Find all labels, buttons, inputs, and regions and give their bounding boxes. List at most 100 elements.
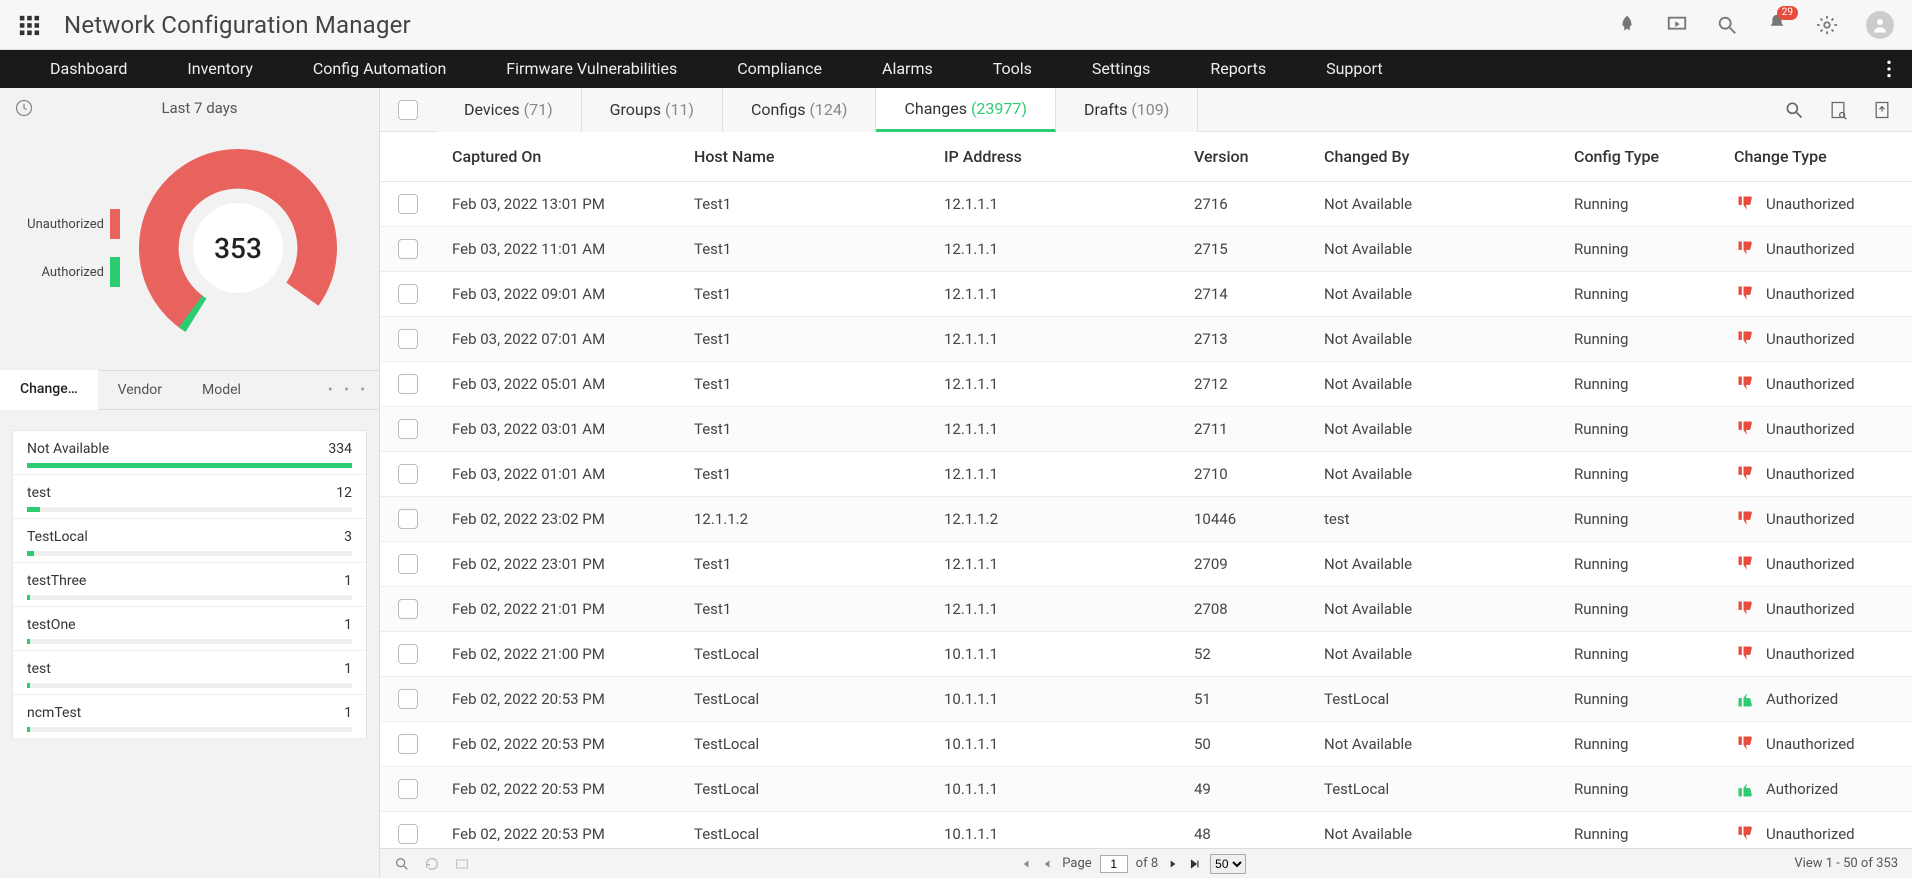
- refresh-icon[interactable]: [424, 856, 440, 872]
- sidebar-list-item[interactable]: testOne1: [13, 607, 366, 651]
- presentation-icon[interactable]: [1666, 14, 1688, 36]
- sidebar-list-item[interactable]: ncmTest1: [13, 695, 366, 739]
- table-row[interactable]: Feb 02, 2022 21:00 PM TestLocal 10.1.1.1…: [380, 632, 1912, 677]
- search-icon[interactable]: [1784, 100, 1804, 120]
- cell-change-type: Unauthorized: [1734, 644, 1912, 664]
- next-page-icon[interactable]: [1166, 857, 1180, 871]
- nav-support[interactable]: Support: [1296, 50, 1412, 88]
- cell-config-type: Running: [1574, 825, 1734, 843]
- table-row[interactable]: Feb 02, 2022 20:53 PM TestLocal 10.1.1.1…: [380, 722, 1912, 767]
- sidebar-list-item[interactable]: TestLocal3: [13, 519, 366, 563]
- col-change-type[interactable]: Change Type: [1734, 147, 1912, 166]
- table-row[interactable]: Feb 03, 2022 09:01 AM Test1 12.1.1.1 271…: [380, 272, 1912, 317]
- sidebar-list-item[interactable]: test1: [13, 651, 366, 695]
- sidebar-list-item[interactable]: Not Available334: [13, 431, 366, 475]
- table-row[interactable]: Feb 03, 2022 01:01 AM Test1 12.1.1.1 271…: [380, 452, 1912, 497]
- main-tabs: Devices (71)Groups (11)Configs (124)Chan…: [436, 88, 1198, 132]
- cell-change-type: Unauthorized: [1734, 374, 1912, 394]
- legend-unauthorized[interactable]: Unauthorized: [27, 209, 120, 239]
- avatar[interactable]: [1866, 11, 1894, 39]
- nav-inventory[interactable]: Inventory: [157, 50, 283, 88]
- col-host-name[interactable]: Host Name: [694, 147, 944, 166]
- nav-more-icon[interactable]: [1886, 59, 1892, 79]
- col-captured-on[interactable]: Captured On: [444, 147, 694, 166]
- col-config-type[interactable]: Config Type: [1574, 147, 1734, 166]
- tab-drafts[interactable]: Drafts (109): [1056, 88, 1198, 132]
- table-row[interactable]: Feb 02, 2022 20:53 PM TestLocal 10.1.1.1…: [380, 812, 1912, 848]
- nav-config-automation[interactable]: Config Automation: [283, 50, 476, 88]
- row-checkbox[interactable]: [398, 194, 418, 214]
- row-checkbox[interactable]: [398, 734, 418, 754]
- table-row[interactable]: Feb 03, 2022 03:01 AM Test1 12.1.1.1 271…: [380, 407, 1912, 452]
- first-page-icon[interactable]: [1018, 857, 1032, 871]
- page-input[interactable]: [1100, 855, 1128, 873]
- nav-tools[interactable]: Tools: [963, 50, 1062, 88]
- footer-search-icon[interactable]: [394, 856, 410, 872]
- nav-reports[interactable]: Reports: [1180, 50, 1296, 88]
- sidebar-tab-change[interactable]: Change…: [0, 370, 98, 410]
- report-icon[interactable]: [1828, 100, 1848, 120]
- table-row[interactable]: Feb 02, 2022 20:53 PM TestLocal 10.1.1.1…: [380, 767, 1912, 812]
- search-icon[interactable]: [1716, 14, 1738, 36]
- time-range-label[interactable]: Last 7 days: [34, 99, 365, 117]
- list-item-label: TestLocal: [27, 529, 88, 545]
- table-row[interactable]: Feb 03, 2022 11:01 AM Test1 12.1.1.1 271…: [380, 227, 1912, 272]
- col-version[interactable]: Version: [1194, 147, 1324, 166]
- tab-count: (109): [1131, 100, 1169, 119]
- table-row[interactable]: Feb 03, 2022 13:01 PM Test1 12.1.1.1 271…: [380, 182, 1912, 227]
- row-checkbox[interactable]: [398, 509, 418, 529]
- row-checkbox[interactable]: [398, 824, 418, 844]
- sidebar-list-item[interactable]: test12: [13, 475, 366, 519]
- row-checkbox[interactable]: [398, 554, 418, 574]
- cell-changed-by: Not Available: [1324, 420, 1574, 438]
- sidebar-list-item[interactable]: testThree1: [13, 563, 366, 607]
- sidebar-tab-more[interactable]: • • •: [328, 382, 379, 398]
- page-size-select[interactable]: 50: [1210, 854, 1246, 874]
- nav-settings[interactable]: Settings: [1062, 50, 1180, 88]
- prev-page-icon[interactable]: [1040, 857, 1054, 871]
- row-checkbox[interactable]: [398, 329, 418, 349]
- tab-groups[interactable]: Groups (11): [582, 88, 723, 132]
- tab-devices[interactable]: Devices (71): [436, 88, 582, 132]
- table-row[interactable]: Feb 02, 2022 20:53 PM TestLocal 10.1.1.1…: [380, 677, 1912, 722]
- rocket-icon[interactable]: [1616, 14, 1638, 36]
- row-checkbox[interactable]: [398, 419, 418, 439]
- table-row[interactable]: Feb 02, 2022 23:01 PM Test1 12.1.1.1 270…: [380, 542, 1912, 587]
- last-page-icon[interactable]: [1188, 857, 1202, 871]
- notification-wrapper[interactable]: 29: [1766, 12, 1788, 38]
- row-checkbox[interactable]: [398, 239, 418, 259]
- row-checkbox[interactable]: [398, 779, 418, 799]
- nav-firmware[interactable]: Firmware Vulnerabilities: [476, 50, 707, 88]
- col-changed-by[interactable]: Changed By: [1324, 147, 1574, 166]
- columns-icon[interactable]: [454, 856, 470, 872]
- row-checkbox[interactable]: [398, 284, 418, 304]
- row-checkbox[interactable]: [398, 644, 418, 664]
- app-grid-icon[interactable]: [18, 14, 40, 36]
- row-checkbox[interactable]: [398, 464, 418, 484]
- cell-config-type: Running: [1574, 375, 1734, 393]
- nav-alarms[interactable]: Alarms: [852, 50, 963, 88]
- nav-compliance[interactable]: Compliance: [707, 50, 852, 88]
- export-icon[interactable]: [1872, 100, 1892, 120]
- cell-ip-address: 12.1.1.1: [944, 195, 1194, 213]
- nav-dashboard[interactable]: Dashboard: [20, 50, 157, 88]
- row-checkbox[interactable]: [398, 599, 418, 619]
- sidebar-header: Last 7 days: [0, 88, 379, 128]
- cell-changed-by: test: [1324, 510, 1574, 528]
- gear-icon[interactable]: [1816, 14, 1838, 36]
- row-checkbox[interactable]: [398, 374, 418, 394]
- table-row[interactable]: Feb 03, 2022 07:01 AM Test1 12.1.1.1 271…: [380, 317, 1912, 362]
- col-ip-address[interactable]: IP Address: [944, 147, 1194, 166]
- sidebar-tab-vendor[interactable]: Vendor: [98, 371, 182, 409]
- table-row[interactable]: Feb 02, 2022 21:01 PM Test1 12.1.1.1 270…: [380, 587, 1912, 632]
- tab-configs[interactable]: Configs (124): [723, 88, 876, 132]
- sidebar-tab-model[interactable]: Model: [182, 371, 261, 409]
- table-row[interactable]: Feb 03, 2022 05:01 AM Test1 12.1.1.1 271…: [380, 362, 1912, 407]
- tab-changes[interactable]: Changes (23977): [876, 88, 1055, 132]
- clock-icon[interactable]: [14, 98, 34, 118]
- legend-authorized[interactable]: Authorized: [41, 257, 120, 287]
- table-row[interactable]: Feb 02, 2022 23:02 PM 12.1.1.2 12.1.1.2 …: [380, 497, 1912, 542]
- cell-config-type: Running: [1574, 555, 1734, 573]
- row-checkbox[interactable]: [398, 689, 418, 709]
- select-all-checkbox[interactable]: [398, 100, 418, 120]
